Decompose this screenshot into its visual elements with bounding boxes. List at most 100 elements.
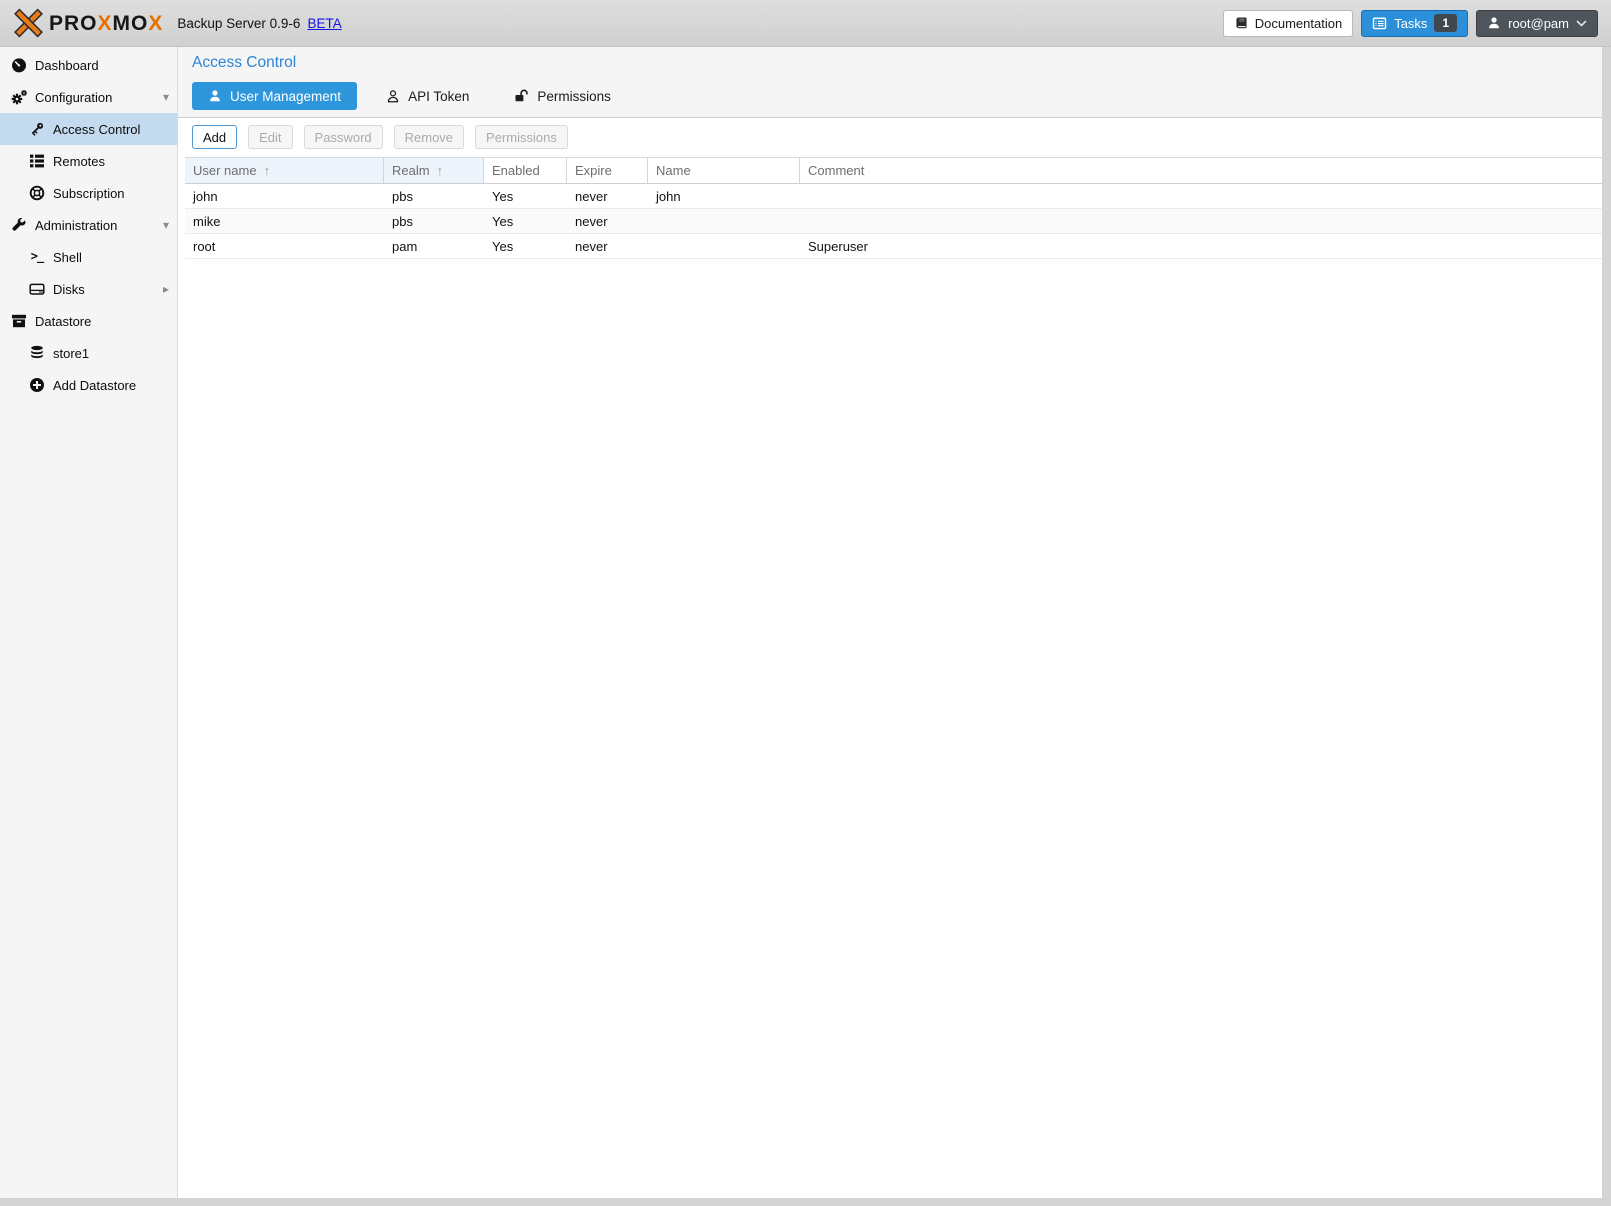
sidebar-item-subscription[interactable]: Subscription (0, 177, 177, 209)
sidebar: Dashboard (0, 47, 178, 1198)
cell-comment (800, 209, 1602, 233)
tasks-button[interactable]: Tasks 1 (1361, 10, 1468, 37)
sidebar-item-configuration[interactable]: Configuration ▾ (0, 81, 177, 113)
column-header-expire[interactable]: Expire (567, 158, 648, 183)
password-button[interactable]: Password (304, 125, 383, 149)
support-ring-icon (28, 185, 46, 201)
content-header: Access Control User Management (178, 47, 1602, 118)
sort-ascending-icon: ↑ (264, 163, 271, 178)
user-icon (1487, 16, 1501, 30)
add-button[interactable]: Add (192, 125, 237, 149)
toolbar: Add Edit Password Remove Permissions (178, 118, 1602, 157)
cell-realm: pbs (384, 209, 484, 233)
cell-realm: pbs (384, 184, 484, 208)
main-content: Access Control User Management (178, 47, 1602, 1198)
users-table: User name ↑ Realm ↑ Enabled Expire Name (185, 157, 1602, 1198)
sidebar-item-dashboard[interactable]: Dashboard (0, 49, 177, 81)
proxmox-backup-app: PROXMOX Backup Server 0.9-6 BETA Documen… (0, 0, 1611, 1206)
column-header-enabled[interactable]: Enabled (484, 158, 567, 183)
database-icon (28, 345, 46, 361)
sort-ascending-icon: ↑ (437, 163, 444, 178)
column-header-comment[interactable]: Comment (800, 158, 1602, 183)
brand: PROXMOX Backup Server 0.9-6 BETA (13, 8, 342, 38)
page-title: Access Control (192, 54, 1588, 72)
unlock-icon (514, 89, 529, 104)
cell-username: mike (185, 209, 384, 233)
cell-expire: never (567, 209, 648, 233)
cell-enabled: Yes (484, 184, 567, 208)
cell-expire: never (567, 234, 648, 258)
tab-label: User Management (230, 89, 341, 104)
user-menu-button[interactable]: root@pam (1476, 10, 1598, 37)
bottom-window-edge (0, 1198, 1611, 1206)
task-list-icon (1372, 16, 1387, 31)
proxmox-logo-icon (13, 8, 44, 38)
user-outline-icon (386, 89, 400, 104)
chevron-down-icon (1576, 20, 1587, 27)
column-header-realm[interactable]: Realm ↑ (384, 158, 484, 183)
tab-label: API Token (408, 89, 469, 104)
sidebar-item-label: Access Control (53, 122, 140, 137)
sidebar-item-remotes[interactable]: Remotes (0, 145, 177, 177)
sidebar-item-label: Shell (53, 250, 82, 265)
sidebar-item-datastore[interactable]: Datastore (0, 305, 177, 337)
product-version-label: Backup Server 0.9-6 (177, 16, 300, 31)
sidebar-item-administration[interactable]: Administration ▾ (0, 209, 177, 241)
brand-wordmark: PROXMOX (49, 13, 163, 34)
list-icon (28, 153, 46, 169)
sidebar-item-label: Dashboard (35, 58, 99, 73)
cell-name: john (648, 184, 800, 208)
sidebar-item-access-control[interactable]: Access Control (0, 113, 177, 145)
user-menu-label: root@pam (1508, 16, 1569, 31)
column-header-name[interactable]: Name (648, 158, 800, 183)
permissions-button[interactable]: Permissions (475, 125, 568, 149)
tab-user-management[interactable]: User Management (192, 82, 357, 110)
sidebar-item-shell[interactable]: >_ Shell (0, 241, 177, 273)
sidebar-item-store1[interactable]: store1 (0, 337, 177, 369)
tab-permissions[interactable]: Permissions (498, 82, 627, 110)
remove-button[interactable]: Remove (394, 125, 464, 149)
table-row-john[interactable]: john pbs Yes never john (185, 184, 1602, 209)
sidebar-item-label: Datastore (35, 314, 91, 329)
sidebar-item-add-datastore[interactable]: Add Datastore (0, 369, 177, 401)
caret-right-icon[interactable]: ▸ (163, 282, 169, 296)
sidebar-item-label: store1 (53, 346, 89, 361)
sidebar-item-disks[interactable]: Disks ▸ (0, 273, 177, 305)
sidebar-item-label: Configuration (35, 90, 112, 105)
plus-circle-icon (28, 377, 46, 393)
cell-enabled: Yes (484, 209, 567, 233)
documentation-label: Documentation (1255, 16, 1342, 31)
key-icon (28, 121, 46, 137)
terminal-icon: >_ (28, 249, 46, 265)
user-filled-icon (208, 89, 222, 103)
book-icon (1234, 16, 1249, 31)
sidebar-item-label: Remotes (53, 154, 105, 169)
top-bar-actions: Documentation Tasks 1 root@pam (1223, 10, 1598, 37)
table-header-row: User name ↑ Realm ↑ Enabled Expire Name (185, 157, 1602, 184)
table-row-root[interactable]: root pam Yes never Superuser (185, 234, 1602, 259)
tasks-count-badge: 1 (1434, 14, 1457, 32)
top-bar: PROXMOX Backup Server 0.9-6 BETA Documen… (0, 0, 1611, 47)
tasks-label: Tasks (1394, 16, 1427, 31)
table-row-mike[interactable]: mike pbs Yes never (185, 209, 1602, 234)
cell-username: john (185, 184, 384, 208)
sidebar-item-label: Disks (53, 282, 85, 297)
edit-button[interactable]: Edit (248, 125, 292, 149)
cell-username: root (185, 234, 384, 258)
cell-expire: never (567, 184, 648, 208)
sidebar-item-label: Add Datastore (53, 378, 136, 393)
beta-link[interactable]: BETA (307, 16, 341, 31)
tab-api-token[interactable]: API Token (370, 82, 485, 110)
right-scrollbar-gutter[interactable] (1602, 47, 1611, 1198)
tab-bar: User Management API Token (192, 82, 1588, 110)
sidebar-item-label: Subscription (53, 186, 125, 201)
caret-down-icon[interactable]: ▾ (163, 90, 169, 104)
sidebar-item-label: Administration (35, 218, 117, 233)
cell-name (648, 209, 800, 233)
cell-enabled: Yes (484, 234, 567, 258)
column-header-username[interactable]: User name ↑ (185, 158, 384, 183)
table-empty-area (185, 259, 1602, 1198)
caret-down-icon[interactable]: ▾ (163, 218, 169, 232)
cell-comment (800, 184, 1602, 208)
documentation-button[interactable]: Documentation (1223, 10, 1353, 37)
